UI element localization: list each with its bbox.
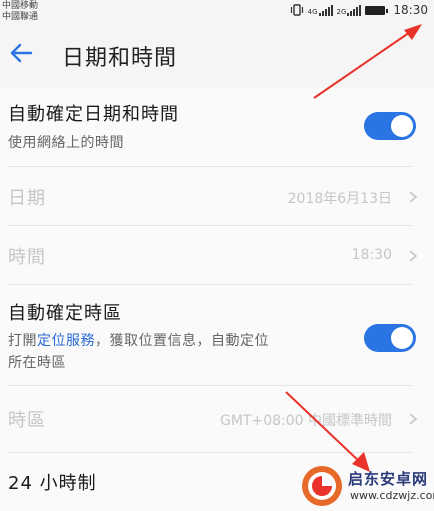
auto-timezone-toggle[interactable] (364, 324, 416, 352)
signal-strength-icon: 4G (307, 4, 333, 16)
time-row[interactable]: 時間 18:30 (0, 226, 434, 284)
signal-strength-icon: 2G (336, 4, 362, 16)
time-label: 時間 (8, 247, 46, 268)
date-value: 2018年6月13日 (287, 191, 392, 207)
date-row[interactable]: 日期 2018年6月13日 (0, 167, 434, 225)
status-time: 18:30 (393, 3, 428, 17)
date-label: 日期 (8, 188, 46, 209)
carrier-2: 中國聯通 (2, 12, 39, 22)
subtitle-prefix: 打開 (8, 333, 37, 349)
location-service-link[interactable]: 定位服務 (37, 333, 95, 349)
auto-datetime-toggle[interactable] (364, 112, 416, 140)
chevron-right-icon (409, 191, 418, 203)
auto-datetime-subtitle: 使用網絡上的時間 (8, 135, 124, 151)
arrow-left-icon[interactable] (8, 40, 34, 66)
chevron-right-icon (409, 250, 418, 262)
battery-icon (365, 5, 389, 15)
subtitle-suffix: ，獲取位置信息，自動定位 (95, 333, 269, 349)
watermark-logo-icon (302, 466, 342, 506)
status-icons: 4G 2G 18:30 (290, 3, 428, 17)
network-type-label: 4G (307, 7, 318, 16)
auto-datetime-label: 自動確定日期和時間 (8, 104, 179, 125)
auto-timezone-label: 自動確定時區 (8, 303, 122, 324)
auto-timezone-subtitle: 打開定位服務，獲取位置信息，自動定位 所在時區 (8, 330, 358, 374)
chevron-right-icon (409, 413, 418, 425)
page-title: 日期和時間 (62, 46, 178, 71)
annotation-arrow-icon (313, 24, 422, 99)
timezone-label: 時區 (8, 410, 46, 431)
watermark-url: www.cdzwjz.com (350, 489, 434, 502)
auto-timezone-row[interactable]: 自動確定時區 打開定位服務，獲取位置信息，自動定位 所在時區 (0, 285, 434, 385)
watermark-title: 启东安卓网 (348, 470, 429, 488)
watermark: 启东安卓网 www.cdzwjz.com (300, 462, 434, 511)
time-value: 18:30 (351, 247, 392, 263)
network-type-label: 2G (336, 7, 347, 16)
hour24-label: 24 小時制 (8, 473, 97, 494)
carrier-1: 中國移動 (2, 1, 39, 11)
vibrate-icon (290, 4, 303, 16)
subtitle-line2: 所在時區 (8, 355, 66, 371)
